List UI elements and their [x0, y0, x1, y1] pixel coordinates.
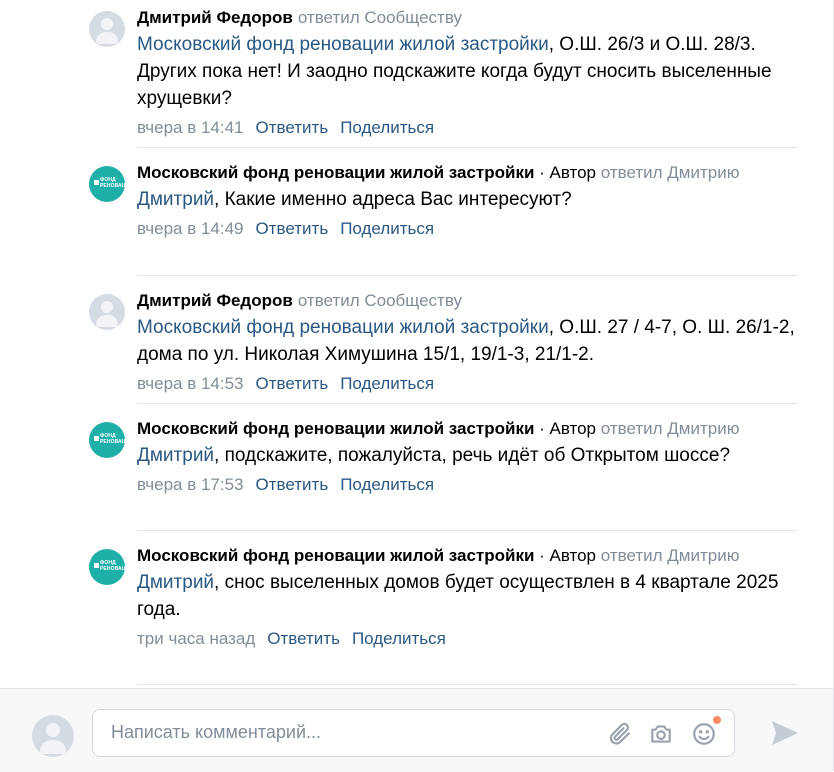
divider — [137, 530, 797, 531]
divider — [137, 403, 797, 404]
comment-author[interactable]: Дмитрий Федоров — [137, 291, 293, 310]
author-badge: · Автор — [534, 419, 597, 438]
replied-to[interactable]: ответил Дмитрию — [601, 546, 740, 565]
avatar[interactable]: ФОНД РЕНОВАЦИИ — [89, 422, 133, 458]
share-button[interactable]: Поделиться — [340, 118, 434, 137]
comment-author[interactable]: Дмитрий Федоров — [137, 8, 293, 27]
comment-time[interactable]: вчера в 17:53 — [137, 475, 244, 494]
comment-time[interactable]: вчера в 14:49 — [137, 219, 244, 238]
share-button[interactable]: Поделиться — [340, 374, 434, 393]
share-button[interactable]: Поделиться — [352, 629, 446, 648]
author-badge: · Автор — [534, 163, 597, 182]
comment-text: Дмитрий, подскажите, пожалуйста, речь ид… — [137, 445, 731, 466]
camera-icon[interactable] — [648, 721, 674, 747]
comment-composer: Написать комментарий... — [0, 688, 833, 772]
emoji-notification-dot — [713, 716, 721, 724]
comment-input-placeholder[interactable]: Написать комментарий... — [111, 722, 321, 743]
divider — [137, 275, 797, 276]
comment-author[interactable]: Московский фонд реновации жилой застройк… — [137, 163, 534, 182]
mention-link[interactable]: Московский фонд реновации жилой застройк… — [137, 34, 549, 55]
replied-to[interactable]: ответил Сообществу — [298, 8, 462, 27]
avatar[interactable]: ФОНД РЕНОВАЦИИ — [89, 166, 133, 202]
reply-button[interactable]: Ответить — [256, 475, 329, 494]
divider — [137, 147, 797, 148]
comment-text: Дмитрий, снос выселенных домов будет осу… — [137, 572, 779, 620]
comments-thread: Дмитрий Федоров ответил Сообществу Москов… — [0, 0, 833, 688]
avatar[interactable] — [89, 11, 125, 47]
replied-to[interactable]: ответил Дмитрию — [601, 163, 740, 182]
avatar[interactable] — [89, 294, 125, 330]
mention-link[interactable]: Дмитрий — [137, 572, 214, 593]
comment-time[interactable]: три часа назад — [137, 629, 255, 648]
send-icon[interactable] — [770, 719, 800, 747]
mention-link[interactable]: Дмитрий — [137, 189, 214, 210]
comment-text: Московский фонд реновации жилой застройк… — [137, 34, 772, 109]
paperclip-icon[interactable] — [607, 721, 633, 747]
share-button[interactable]: Поделиться — [340, 219, 434, 238]
reply-button[interactable]: Ответить — [256, 219, 329, 238]
replied-to[interactable]: ответил Дмитрию — [601, 419, 740, 438]
comment-time[interactable]: вчера в 14:53 — [137, 374, 244, 393]
current-user-avatar[interactable] — [32, 715, 74, 757]
divider — [137, 684, 797, 685]
avatar[interactable]: ФОНД РЕНОВАЦИИ — [89, 549, 133, 585]
comment-author[interactable]: Московский фонд реновации жилой застройк… — [137, 419, 534, 438]
share-button[interactable]: Поделиться — [340, 475, 434, 494]
comment-author[interactable]: Московский фонд реновации жилой застройк… — [137, 546, 534, 565]
comment-time[interactable]: вчера в 14:41 — [137, 118, 244, 137]
reply-button[interactable]: Ответить — [256, 374, 329, 393]
comment-input[interactable]: Написать комментарий... — [92, 709, 735, 757]
reply-button[interactable]: Ответить — [267, 629, 340, 648]
mention-link[interactable]: Московский фонд реновации жилой застройк… — [137, 317, 549, 338]
fund-logo: ФОНД РЕНОВАЦИИ — [100, 177, 133, 189]
emoji-icon[interactable] — [691, 721, 717, 747]
fund-logo: ФОНД РЕНОВАЦИИ — [100, 560, 133, 572]
comment-text: Дмитрий, Какие именно адреса Вас интерес… — [137, 189, 572, 210]
mention-link[interactable]: Дмитрий — [137, 445, 214, 466]
author-badge: · Автор — [534, 546, 597, 565]
reply-button[interactable]: Ответить — [256, 118, 329, 137]
replied-to[interactable]: ответил Сообществу — [298, 291, 462, 310]
comment-text: Московский фонд реновации жилой застройк… — [137, 317, 795, 365]
fund-logo: ФОНД РЕНОВАЦИИ — [100, 433, 133, 445]
